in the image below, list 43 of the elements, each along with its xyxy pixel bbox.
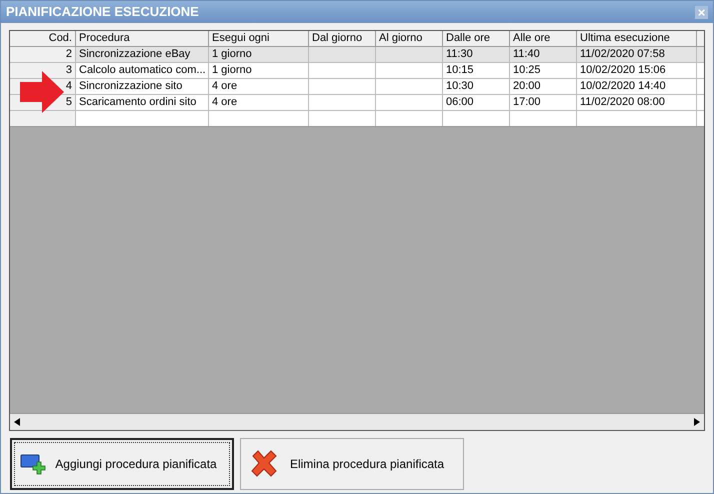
column-header[interactable]: Dal giorno [309, 31, 376, 46]
table-cell: 11:30 [443, 47, 510, 62]
table-cell: 10:30 [443, 79, 510, 94]
horizontal-scrollbar[interactable] [10, 413, 704, 430]
table-row[interactable]: 5 Scaricamento ordini sito 4 ore 06:00 17:00 11/02/2020 08:00 [10, 95, 704, 111]
table-row[interactable]: 3 Calcolo automatico com... 1 giorno 10:15 10:25 10/02/2020 15:06 [10, 63, 704, 79]
table-cell: Scaricamento ordini sito [76, 95, 209, 110]
column-header[interactable]: Procedura [76, 31, 209, 46]
table-cell: 11/02/2020 07:58 [577, 47, 697, 62]
column-header[interactable]: Alle ore [510, 31, 577, 46]
column-header[interactable]: Al giorno [376, 31, 443, 46]
window-title: PIANIFICAZIONE ESECUZIONE [6, 3, 199, 22]
add-icon [20, 453, 48, 475]
row-header-cell: 3 [10, 63, 76, 78]
new-row[interactable] [10, 111, 704, 127]
pointer-arrow [20, 71, 64, 113]
table-cell: 10:25 [510, 63, 577, 78]
table-cell: 1 giorno [209, 63, 309, 78]
table-cell: 20:00 [510, 79, 577, 94]
add-button[interactable]: Aggiungi procedura pianificata [10, 438, 234, 490]
column-header[interactable]: Ultima esecuzione [577, 31, 697, 46]
table-cell: 10/02/2020 15:06 [577, 63, 697, 78]
column-header[interactable]: Esegui ogni [209, 31, 309, 46]
column-header[interactable]: Dalle ore [443, 31, 510, 46]
table-cell: 4 ore [209, 79, 309, 94]
column-header[interactable]: Cod. [10, 31, 76, 46]
table-cell: 11:40 [510, 47, 577, 62]
table-cell: 10/02/2020 14:40 [577, 79, 697, 94]
table-cell: Sincronizzazione eBay [76, 47, 209, 62]
table-cell: 11/02/2020 08:00 [577, 95, 697, 110]
table-cell: 17:00 [510, 95, 577, 110]
table-cell: 10:15 [443, 63, 510, 78]
table-cell: Sincronizzazione sito [76, 79, 209, 94]
delete-button[interactable]: Elimina procedura pianificata [240, 438, 464, 490]
table-row[interactable]: 2 Sincronizzazione eBay 1 giorno 11:30 11:40 11/02/2020 07:58 [10, 47, 704, 63]
table-cell: Calcolo automatico com... [76, 63, 209, 78]
row-header-cell [10, 111, 76, 126]
table-cell: 4 ore [209, 95, 309, 110]
table-row[interactable]: 4 Sincronizzazione sito 4 ore 10:30 20:00 10/02/2020 14:40 [10, 79, 704, 95]
table-cell: 06:00 [443, 95, 510, 110]
table-cell: 1 giorno [209, 47, 309, 62]
delete-icon [249, 449, 279, 479]
row-header-cell: 2 [10, 47, 76, 62]
